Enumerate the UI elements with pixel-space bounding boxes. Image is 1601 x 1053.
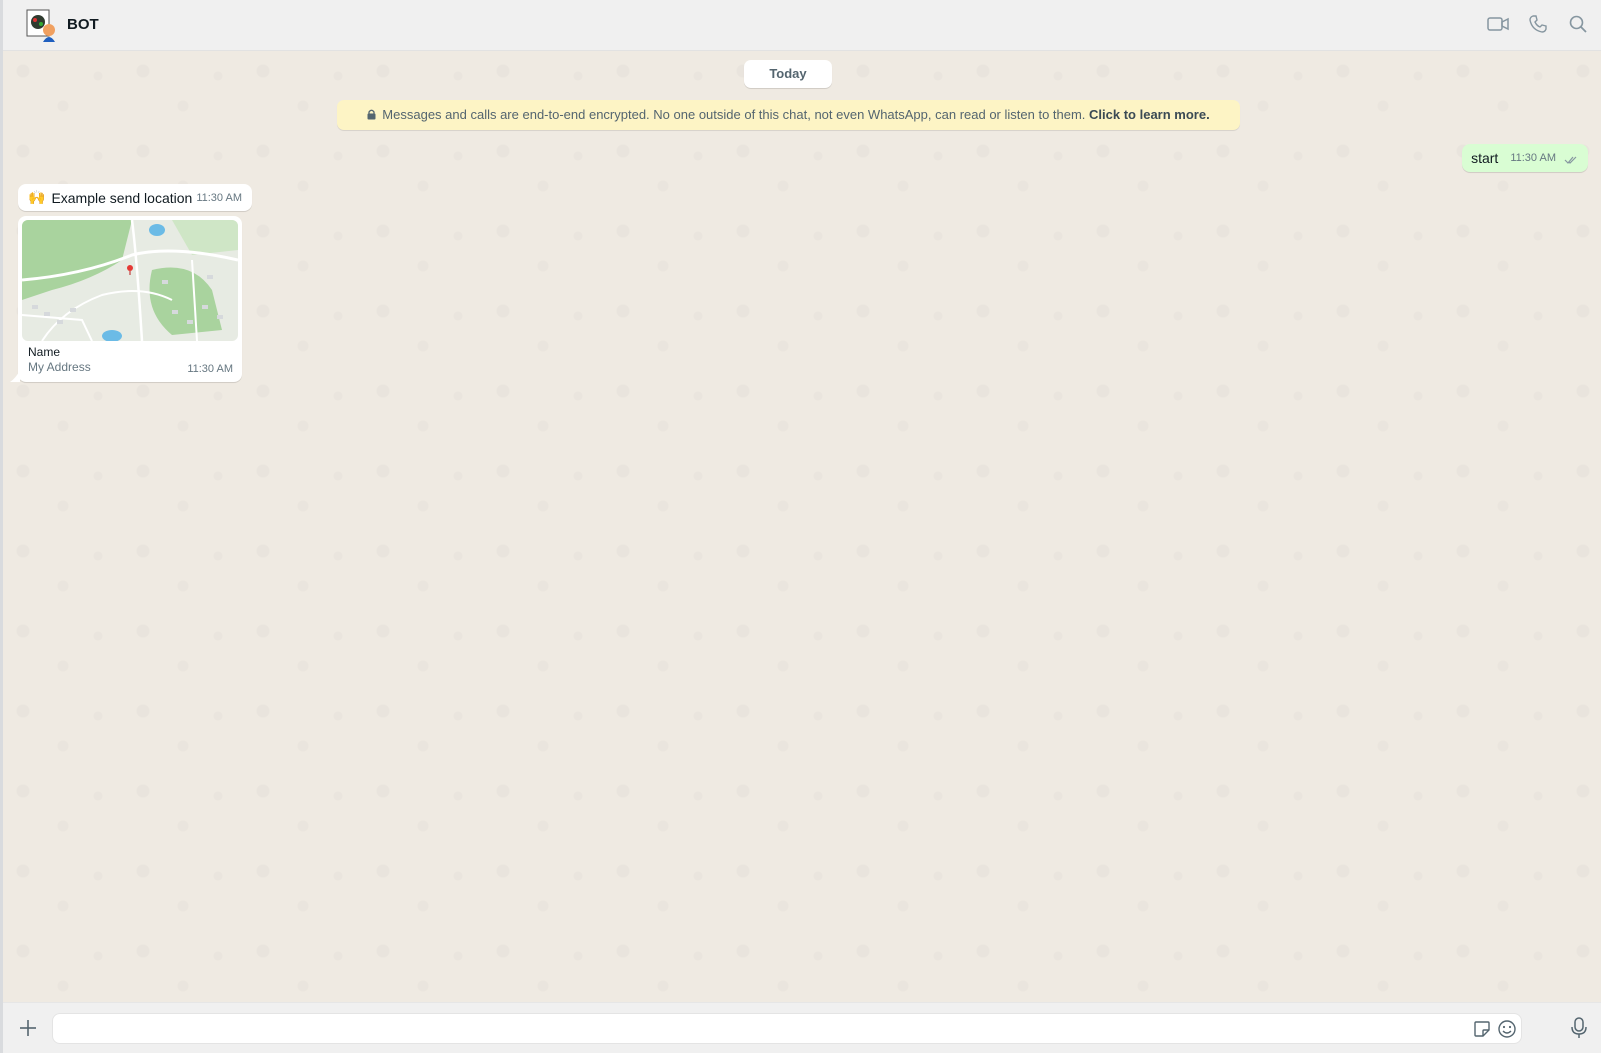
raised-hands-emoji: 🙌 (28, 189, 46, 205)
header-actions (1487, 13, 1589, 35)
message-input[interactable] (65, 1014, 1459, 1045)
message-composer (52, 1013, 1522, 1045)
map-thumbnail[interactable] (22, 220, 238, 341)
location-name: Name (28, 345, 61, 359)
search-icon[interactable] (1567, 13, 1589, 35)
date-divider: Today (744, 60, 832, 88)
video-call-icon[interactable] (1487, 13, 1509, 35)
bubble-tail (10, 370, 20, 382)
message-text: Example send location (51, 189, 193, 206)
sticker-icon[interactable] (1473, 1020, 1491, 1038)
double-check-icon (1564, 152, 1578, 170)
encryption-notice-text: Messages and calls are end-to-end encryp… (382, 107, 1086, 122)
avatar[interactable] (25, 8, 59, 42)
contact-name[interactable]: BOT (67, 16, 99, 33)
chat-header: BOT (3, 0, 1601, 51)
message-time: 11:30 AM (187, 363, 233, 375)
lock-icon (367, 101, 376, 131)
microphone-icon[interactable] (1569, 1016, 1589, 1040)
message-time: 11:30 AM (196, 191, 242, 204)
emoji-icon[interactable] (1497, 1019, 1517, 1039)
encryption-notice[interactable]: Messages and calls are end-to-end encryp… (337, 100, 1240, 130)
incoming-message[interactable]: 🙌 Example send location 11:30 AM (18, 184, 252, 211)
message-text: start (1471, 150, 1499, 166)
phone-icon[interactable] (1527, 13, 1549, 35)
message-time: 11:30 AM (1510, 152, 1556, 164)
composer-bar (3, 1002, 1601, 1053)
plus-icon[interactable] (17, 1017, 39, 1039)
outgoing-message[interactable]: start 11:30 AM (1462, 144, 1588, 172)
chat-area[interactable]: Today Messages and calls are end-to-end … (3, 51, 1601, 1003)
location-message[interactable]: Name My Address 11:30 AM (10, 216, 242, 382)
learn-more-link[interactable]: Click to learn more. (1089, 107, 1210, 122)
location-address: My Address (28, 360, 91, 374)
